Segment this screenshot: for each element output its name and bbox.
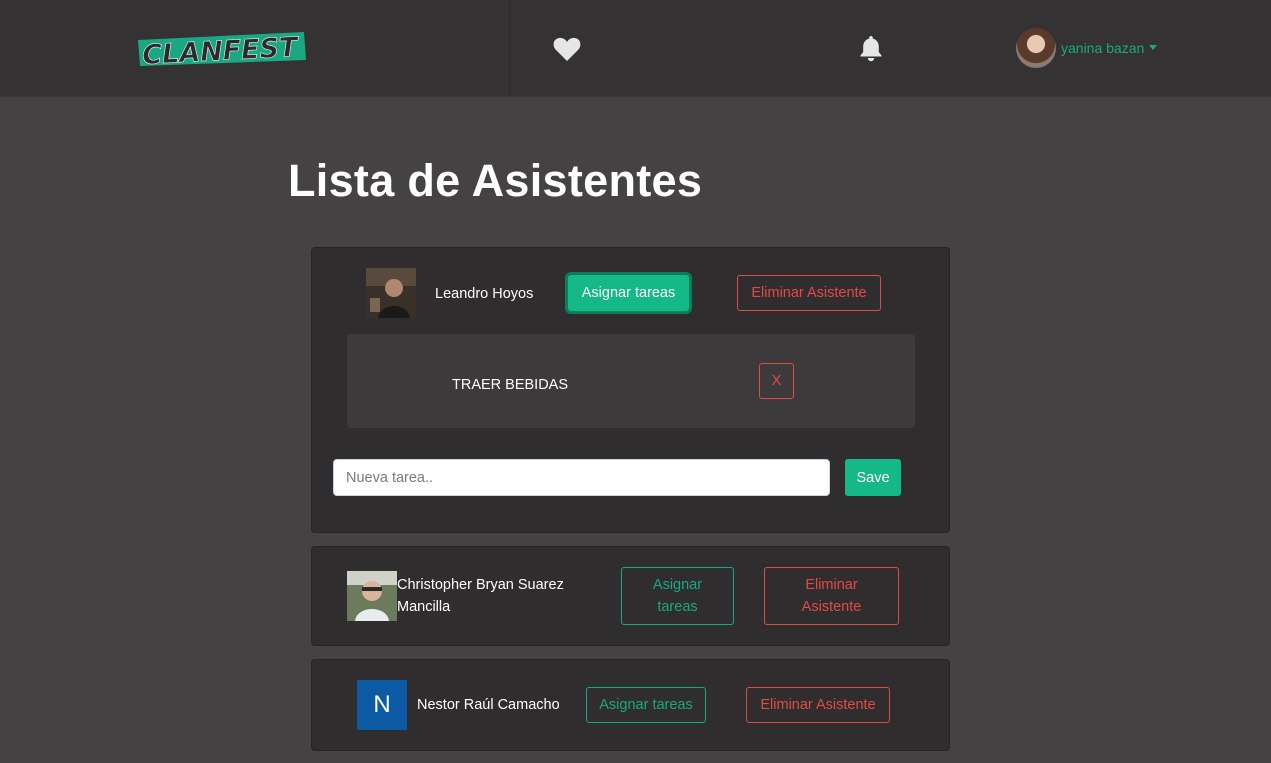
task-text: TRAER BEBIDAS [452, 377, 569, 393]
assign-tasks-button[interactable]: Asignar tareas [621, 567, 734, 625]
top-navbar: CLANFEST yanina bazan [0, 0, 1271, 96]
attendee-name: Leandro Hoyos [435, 286, 534, 302]
remove-attendee-button[interactable]: Eliminar Asistente [737, 275, 881, 311]
attendee-card: Christopher Bryan Suarez Mancilla Asigna… [311, 546, 950, 646]
save-task-button[interactable]: Save [845, 459, 901, 496]
logo-text: CLANFEST [141, 32, 300, 70]
attendee-initial-avatar: N [357, 680, 407, 730]
assign-tasks-button[interactable]: Asignar tareas [568, 275, 689, 311]
attendee-name: Nestor Raúl Camacho [417, 697, 560, 713]
attendee-card: Leandro Hoyos Asignar tareas Eliminar As… [311, 247, 950, 533]
user-menu[interactable]: yanina bazan [1016, 28, 1158, 68]
navbar-divider [509, 0, 511, 96]
remove-task-button[interactable]: X [759, 363, 794, 399]
page-title: Lista de Asistentes [288, 155, 703, 206]
task-item: TRAER BEBIDAS X [347, 334, 915, 428]
clanfest-logo[interactable]: CLANFEST [136, 26, 306, 70]
bell-icon[interactable] [859, 35, 883, 62]
user-avatar[interactable] [1016, 28, 1056, 68]
attendee-photo [366, 268, 416, 318]
attendee-name: Christopher Bryan Suarez Mancilla [397, 577, 564, 615]
new-task-input[interactable] [333, 459, 830, 496]
attendee-card: N Nestor Raúl Camacho Asignar tareas Eli… [311, 659, 950, 751]
attendee-photo [347, 571, 397, 621]
remove-attendee-button[interactable]: Eliminar Asistente [746, 687, 890, 723]
remove-attendee-button[interactable]: Eliminar Asistente [764, 567, 899, 625]
caret-down-icon[interactable] [1149, 44, 1158, 50]
user-name[interactable]: yanina bazan [1061, 40, 1144, 56]
heart-icon[interactable] [553, 36, 581, 62]
assign-tasks-button[interactable]: Asignar tareas [586, 687, 706, 723]
